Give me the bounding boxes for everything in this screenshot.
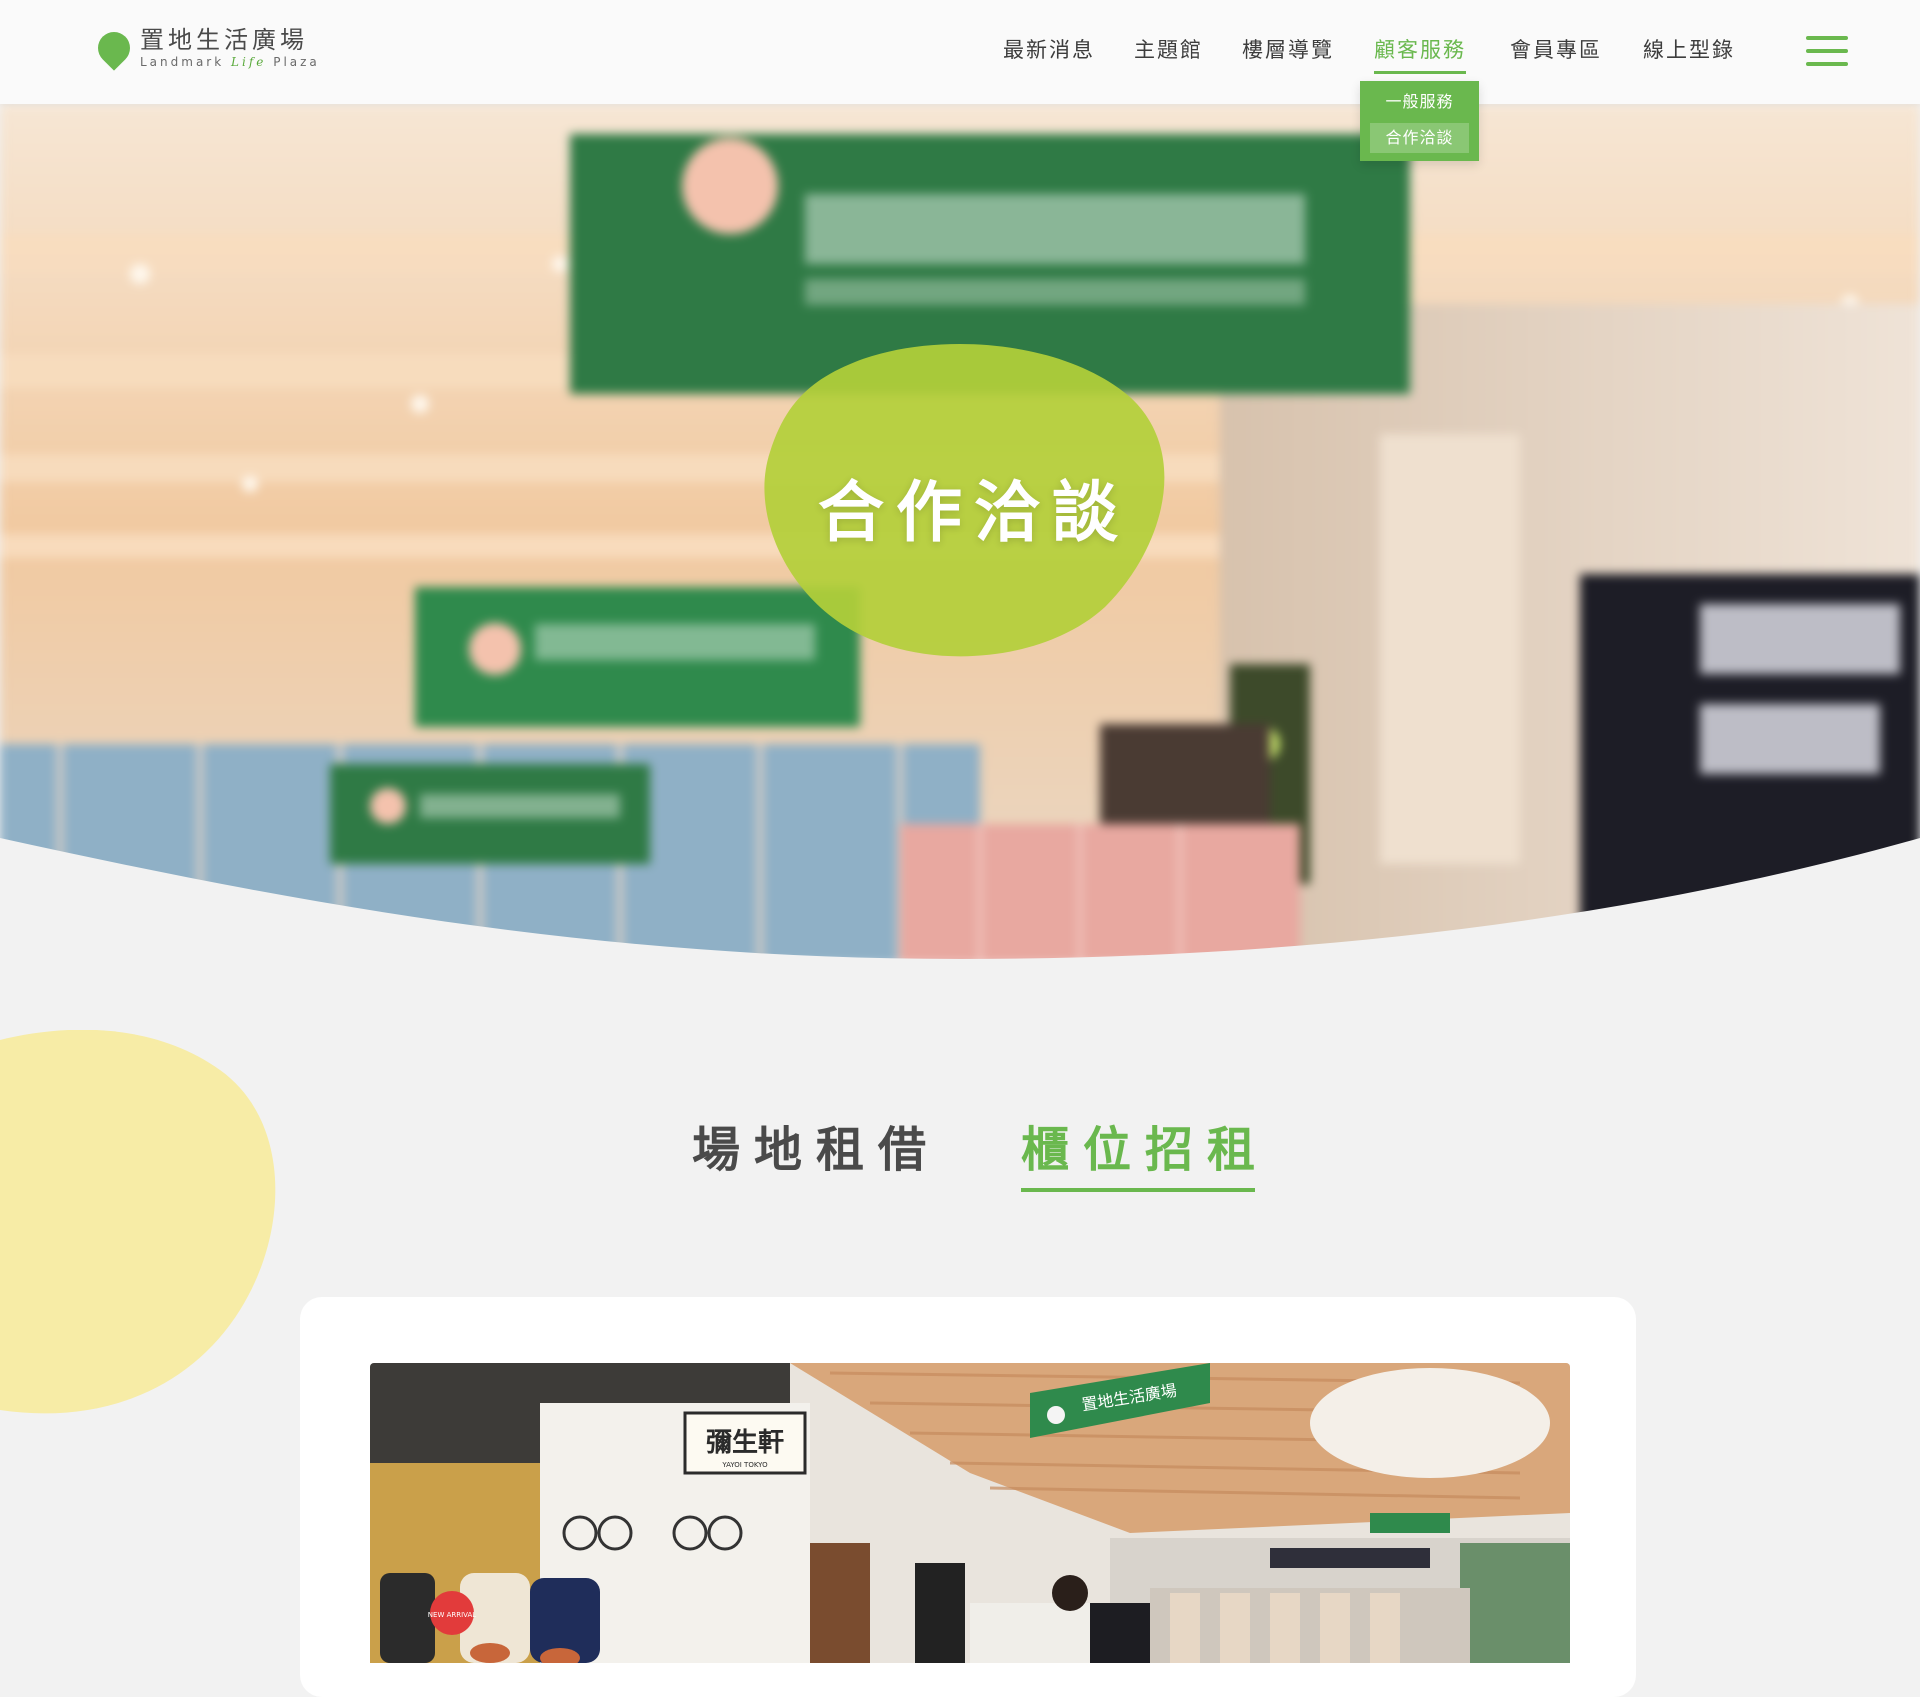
hero-banner: 合作洽談 bbox=[0, 104, 1920, 964]
logo-english-life: Life bbox=[231, 55, 267, 69]
logo-english-plaza: Plaza bbox=[273, 55, 320, 69]
mall-interior-photo: 彌生軒 YAYOI TOKYO NEW ARRIVAL 置地生活廣場 bbox=[370, 1363, 1570, 1663]
nav-item-catalog[interactable]: 線上型錄 bbox=[1643, 34, 1735, 64]
mall-photo-image: 彌生軒 YAYOI TOKYO NEW ARRIVAL 置地生活廣場 bbox=[370, 1363, 1570, 1663]
hamburger-line bbox=[1806, 36, 1848, 40]
shop-sign-text: 彌生軒 bbox=[706, 1427, 784, 1458]
hamburger-menu-icon[interactable] bbox=[1806, 36, 1848, 66]
nav-item-floor-guide[interactable]: 樓層導覽 bbox=[1242, 34, 1334, 64]
logo-english-landmark: Landmark bbox=[140, 55, 225, 69]
hamburger-line bbox=[1806, 62, 1848, 66]
nav-item-customer-service[interactable]: 顧客服務 bbox=[1374, 34, 1466, 74]
site-logo[interactable]: 置地生活廣場 Landmark Life Plaza bbox=[91, 25, 320, 71]
nav-item-members[interactable]: 會員專區 bbox=[1510, 34, 1602, 64]
hero-wave bbox=[0, 838, 1920, 964]
new-arrival-badge: NEW ARRIVAL bbox=[428, 1611, 477, 1619]
logo-chinese: 置地生活廣場 bbox=[140, 26, 308, 54]
logo-english: Landmark Life Plaza bbox=[140, 56, 320, 68]
nav-item-themes[interactable]: 主題館 bbox=[1134, 34, 1203, 64]
dropdown-item-cooperation[interactable]: 合作洽談 bbox=[1370, 123, 1469, 153]
dropdown-item-general-service[interactable]: 一般服務 bbox=[1370, 87, 1469, 117]
customer-service-dropdown: 一般服務 合作洽談 bbox=[1360, 81, 1479, 161]
tab-counter-leasing[interactable]: 櫃位招租 bbox=[1021, 1110, 1269, 1192]
tab-venue-rental[interactable]: 場地租借 bbox=[692, 1110, 940, 1180]
hamburger-line bbox=[1806, 49, 1848, 53]
location-pin-icon bbox=[91, 25, 137, 71]
nav-item-news[interactable]: 最新消息 bbox=[1003, 34, 1095, 64]
shop-sign-english: YAYOI TOKYO bbox=[721, 1461, 768, 1469]
decorative-yellow-blob bbox=[0, 1030, 276, 1414]
site-header: 置地生活廣場 Landmark Life Plaza 最新消息 主題館 樓層導覽… bbox=[0, 0, 1920, 104]
logo-text: 置地生活廣場 Landmark Life Plaza bbox=[140, 28, 320, 68]
